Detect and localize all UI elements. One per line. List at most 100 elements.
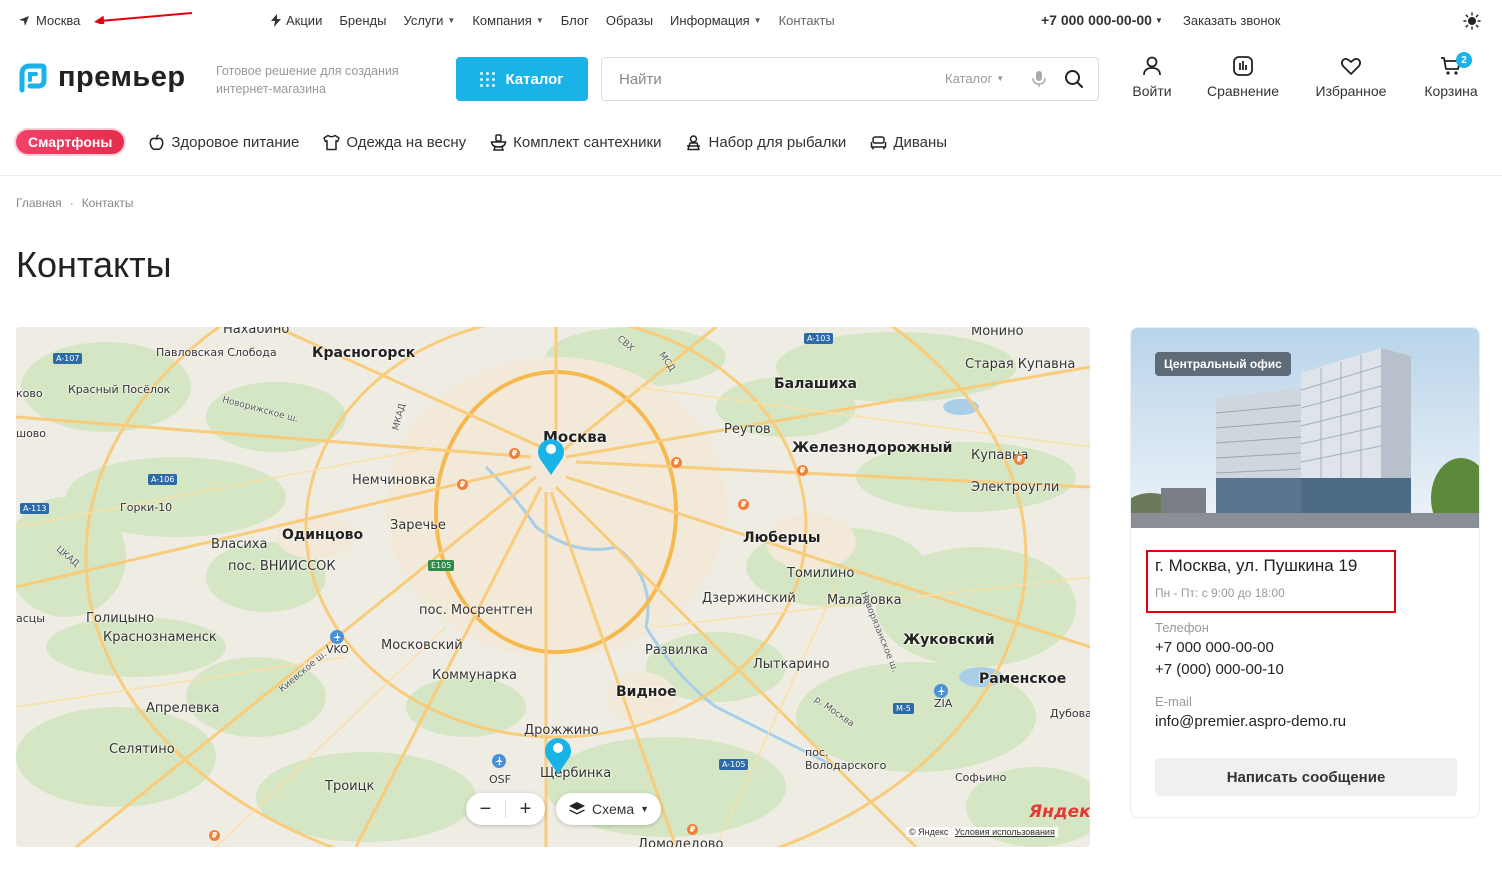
category-label: Комплект сантехники <box>513 133 662 151</box>
nav-item-services[interactable]: Услуги ▼ <box>403 13 455 28</box>
office-address: г. Москва, ул. Пушкина 19 <box>1155 556 1358 575</box>
header-phone[interactable]: +7 000 000-00-00 ▼ <box>1041 12 1163 28</box>
heart-icon <box>1340 57 1362 75</box>
search-input[interactable] <box>602 70 922 88</box>
map-label: Голицыно <box>86 611 155 626</box>
map-label: Власиха <box>211 537 268 552</box>
city-selector[interactable]: Москва <box>18 13 80 28</box>
map-label: Реутов <box>724 422 771 437</box>
callback-link[interactable]: Заказать звонок <box>1183 13 1280 28</box>
lightning-icon <box>271 14 281 27</box>
caret-down-icon: ▼ <box>753 16 762 25</box>
map-label: Электроугли <box>971 480 1060 495</box>
poi-marker-icon[interactable]: ₽ <box>457 479 468 490</box>
map-label: Старая Купавна <box>965 357 1076 372</box>
caret-down-icon: ▼ <box>996 74 1005 83</box>
office-map-pin-icon[interactable] <box>535 435 567 475</box>
breadcrumb-separator: · <box>69 196 74 210</box>
map-label: Монино <box>971 327 1024 339</box>
breadcrumb-home[interactable]: Главная <box>16 196 62 210</box>
poi-marker-icon[interactable]: ₽ <box>209 830 220 841</box>
nav-item-blog[interactable]: Блог <box>561 13 589 28</box>
zoom-out-button[interactable]: − <box>466 793 505 825</box>
compare-button[interactable]: Сравнение <box>1204 55 1282 99</box>
nav-label: Блог <box>560 13 589 28</box>
site-tagline: Готовое решение для создания интернет-ма… <box>216 64 399 96</box>
map-label: шово <box>16 427 47 440</box>
yandex-logo[interactable]: Яндекс <box>1029 802 1090 822</box>
search-scope-select[interactable]: Каталог ▼ <box>945 71 1004 86</box>
category-label: Здоровое питание <box>171 133 300 151</box>
cart-count-badge: 2 <box>1456 52 1472 68</box>
map-label: Балашиха <box>774 376 857 392</box>
poi-marker-icon[interactable]: ₽ <box>687 824 698 835</box>
poi-marker-icon[interactable]: ₽ <box>509 448 520 459</box>
airport-label: ZIA <box>934 697 953 710</box>
map-label: пос. ВНИИССОК <box>228 559 336 574</box>
nav-label: Бренды <box>339 13 387 28</box>
road-shield: A-103 <box>804 333 834 344</box>
poi-marker-icon[interactable]: ₽ <box>738 499 749 510</box>
logo-mark-icon <box>19 63 47 92</box>
login-button[interactable]: Войти <box>1131 55 1173 99</box>
map-label: Развилка <box>645 643 708 658</box>
office-hours: Пн - Пт: с 9:00 до 18:00 <box>1155 586 1285 600</box>
office-phone[interactable]: +7 000 000-00-00 <box>1155 639 1274 656</box>
poi-marker-icon[interactable]: ₽ <box>671 457 682 468</box>
catalog-button[interactable]: Каталог <box>456 57 588 101</box>
compare-chart-icon <box>1233 56 1253 76</box>
map-copyright: © Яндекс Условия использования <box>906 827 1058 837</box>
map-label: Видное <box>616 684 677 700</box>
caret-down-icon: ▼ <box>535 16 544 25</box>
nav-item-brands[interactable]: Бренды <box>339 13 386 28</box>
poi-marker-icon[interactable]: ₽ <box>797 465 808 476</box>
nav-item-looks[interactable]: Образы <box>606 13 653 28</box>
grid-dots-icon <box>480 71 496 87</box>
nav-label: Образы <box>605 13 654 28</box>
write-message-button[interactable]: Написать сообщение <box>1155 758 1457 796</box>
office-map-pin-icon[interactable] <box>542 734 574 774</box>
map-label: Железнодорожный <box>792 440 953 456</box>
nav-item-info[interactable]: Информация ▼ <box>670 13 762 28</box>
poi-marker-icon[interactable]: ₽ <box>1014 454 1025 465</box>
breadcrumb-current: Контакты <box>81 196 134 210</box>
category-item[interactable]: Набор для рыбалки <box>685 134 846 151</box>
top-bar: Москва Акции Бренды Услуги ▼ Компания ▼ Бл… <box>0 0 1502 42</box>
map-label: Люберцы <box>743 530 821 546</box>
map-label: Домодедово <box>638 837 724 847</box>
terms-link[interactable]: Условия использования <box>955 827 1055 837</box>
favorites-button[interactable]: Избранное <box>1312 55 1390 99</box>
cart-label: Корзина <box>1424 83 1478 99</box>
nav-item-company[interactable]: Компания ▼ <box>472 13 543 28</box>
nav-item-contacts[interactable]: Контакты <box>779 13 835 28</box>
layers-icon <box>569 802 585 815</box>
page-title: Контакты <box>16 244 172 285</box>
category-chip-smartphones[interactable]: Смартфоны <box>16 130 125 154</box>
category-item[interactable]: Одежда на весну <box>323 134 466 151</box>
theme-toggle-icon[interactable] <box>1463 12 1481 30</box>
road-shield: A-113 <box>20 503 50 514</box>
map-label: Заречье <box>390 518 446 533</box>
search-icon[interactable] <box>1064 69 1084 89</box>
cart-button[interactable]: 2 Корзина <box>1420 52 1482 99</box>
category-item[interactable]: Диваны <box>870 134 947 151</box>
yandex-map[interactable]: Нахабино Красногорск Павловская Слобода … <box>16 327 1090 847</box>
category-item[interactable]: Здоровое питание <box>148 134 299 151</box>
microphone-icon[interactable] <box>1031 70 1047 88</box>
office-email[interactable]: info@premier.aspro-demo.ru <box>1155 713 1346 730</box>
category-item[interactable]: Комплект сантехники <box>490 134 661 151</box>
map-layers-button[interactable]: Схема ▼ <box>556 793 662 825</box>
map-label: пос. Володарского <box>805 746 887 772</box>
breadcrumb: Главная · Контакты <box>16 196 134 210</box>
road-shield: E105 <box>428 560 455 571</box>
compare-label: Сравнение <box>1207 83 1279 99</box>
logo-text: премьер <box>58 61 186 93</box>
site-logo[interactable]: премьер <box>16 61 186 94</box>
office-phone[interactable]: +7 (000) 000-00-10 <box>1155 661 1284 678</box>
category-label: Одежда на весну <box>346 133 467 151</box>
road-shield: A-107 <box>53 353 83 364</box>
nav-item-promo[interactable]: Акции <box>270 13 322 28</box>
zoom-in-button[interactable]: + <box>506 793 545 825</box>
phone-number: +7 000 000-00-00 <box>1041 12 1152 28</box>
city-name: Москва <box>36 13 81 28</box>
